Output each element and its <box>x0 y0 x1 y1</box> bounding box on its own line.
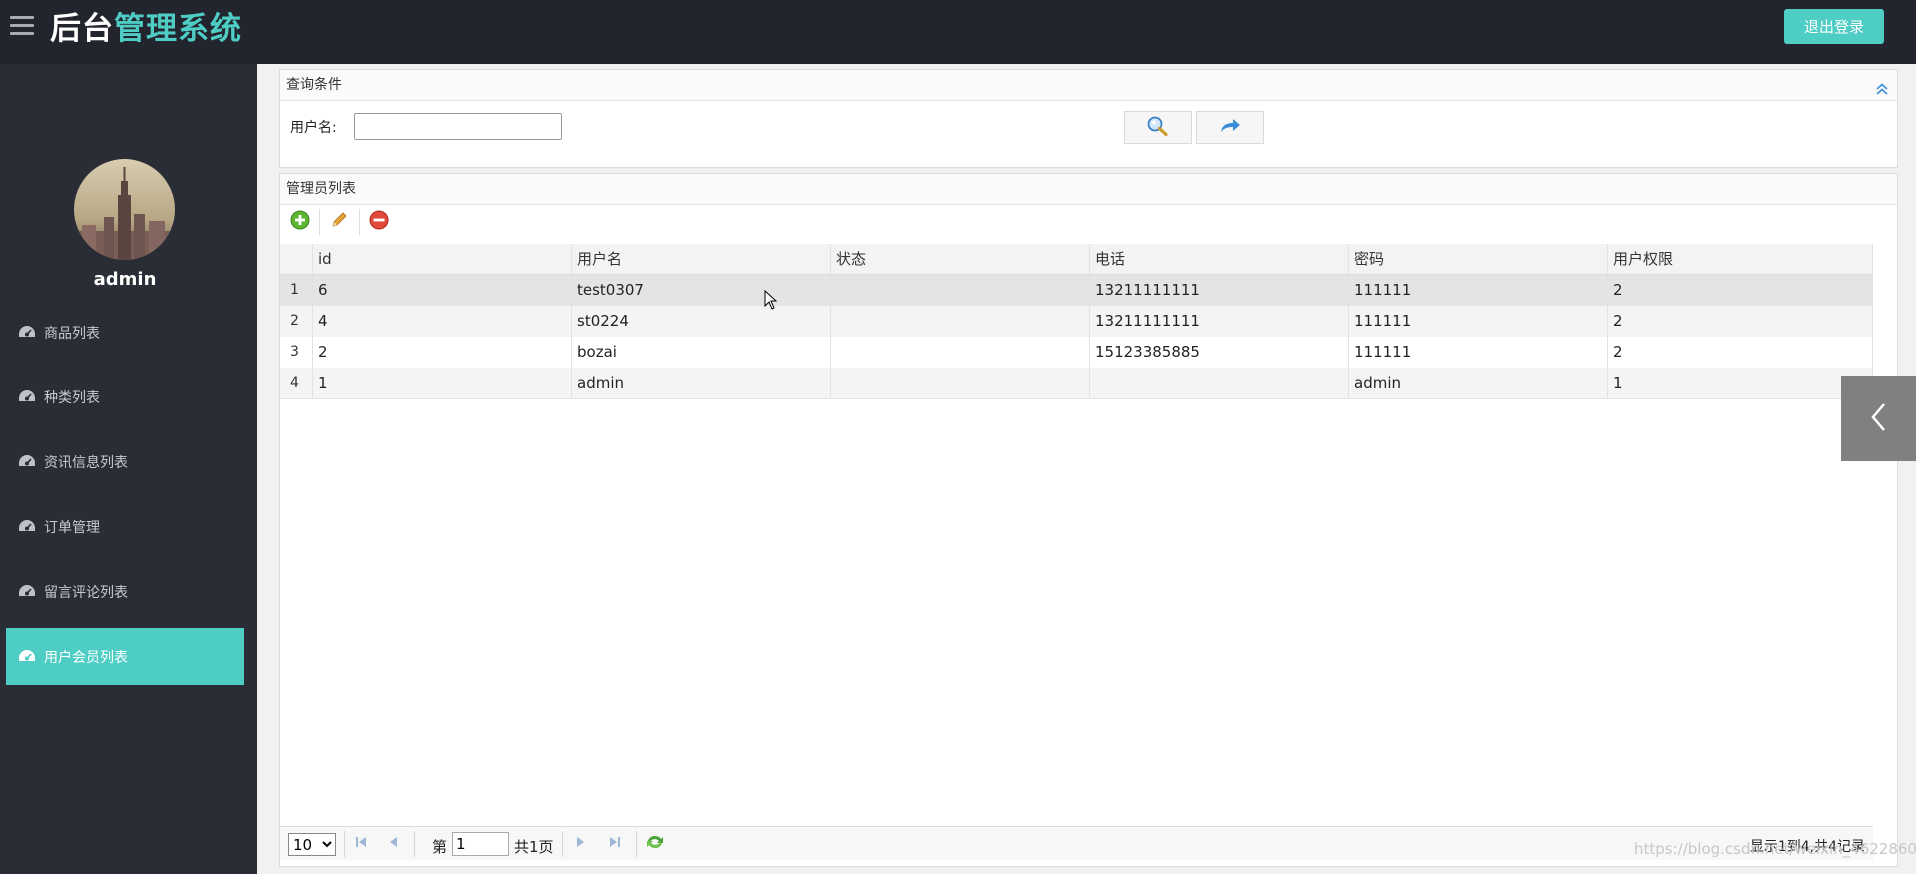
column-header[interactable]: 密码 <box>1349 244 1608 275</box>
pager-divider <box>344 831 345 857</box>
table-row[interactable]: 4 1 admin admin 1 <box>280 368 1873 399</box>
chevron-left-icon <box>1869 401 1889 437</box>
sidebar-item-categories[interactable]: 种类列表 <box>6 368 244 425</box>
prev-page-button[interactable] <box>384 835 402 853</box>
first-page-icon <box>354 835 368 853</box>
username-label: 用户名: <box>290 120 337 136</box>
next-page-button[interactable] <box>572 835 590 853</box>
add-button[interactable] <box>288 210 312 234</box>
first-page-button[interactable] <box>352 835 370 853</box>
sidebar-item-label: 用户会员列表 <box>44 649 128 666</box>
pager-divider <box>414 831 415 857</box>
search-icon <box>1146 115 1170 141</box>
mouse-cursor-icon <box>764 289 778 314</box>
collapse-up-icon[interactable] <box>1875 77 1889 95</box>
reset-button[interactable] <box>1196 111 1264 144</box>
query-panel-title: 查询条件 <box>280 70 1897 101</box>
dashboard-icon <box>18 325 38 341</box>
sidebar-item-comments[interactable]: 留言评论列表 <box>6 563 244 620</box>
collapse-side-panel-button[interactable] <box>1841 376 1916 461</box>
sidebar-username: admin <box>93 269 157 290</box>
sidebar-item-label: 商品列表 <box>44 325 100 342</box>
column-header[interactable]: id <box>313 244 572 275</box>
edit-button[interactable] <box>327 210 351 234</box>
dashboard-icon <box>18 519 38 535</box>
next-page-icon <box>575 835 587 853</box>
logout-button[interactable]: 退出登录 <box>1784 9 1884 44</box>
list-panel-title: 管理员列表 <box>280 174 1897 205</box>
column-header[interactable]: 电话 <box>1090 244 1349 275</box>
dashboard-icon <box>18 649 38 665</box>
table-row[interactable]: 1 6 test0307 13211111111 111111 2 <box>280 275 1873 306</box>
toolbar-divider <box>359 209 360 235</box>
sidebar-item-label: 资讯信息列表 <box>44 454 128 471</box>
dashboard-icon <box>18 584 38 600</box>
sidebar-item-products[interactable]: 商品列表 <box>6 304 244 361</box>
refresh-icon <box>645 833 665 855</box>
table-row[interactable]: 3 2 bozai 15123385885 111111 2 <box>280 337 1873 368</box>
prev-page-icon <box>387 835 399 853</box>
row-number-header <box>280 244 313 275</box>
pager-divider <box>562 831 563 857</box>
username-input[interactable] <box>354 113 562 140</box>
menu-icon[interactable] <box>10 16 34 38</box>
sidebar-item-label: 种类列表 <box>44 389 100 406</box>
redo-arrow-icon <box>1218 117 1242 139</box>
app-title: 后台管理系统 <box>50 11 242 47</box>
sidebar-item-news[interactable]: 资讯信息列表 <box>6 433 244 490</box>
sidebar: admin 商品列表 种类列表 资讯信息列表 订单管理 留言评论列表 用户会员列… <box>0 64 257 874</box>
delete-button[interactable] <box>367 210 391 234</box>
remove-icon <box>369 210 389 234</box>
column-header[interactable]: 用户权限 <box>1608 244 1873 275</box>
pager-divider <box>636 831 637 857</box>
search-button[interactable] <box>1124 111 1192 144</box>
column-header[interactable]: 状态 <box>831 244 1090 275</box>
dashboard-icon <box>18 454 38 470</box>
top-header: 后台管理系统 退出登录 <box>0 0 1916 64</box>
avatar <box>74 159 175 260</box>
total-pages: 共1页 <box>514 838 554 856</box>
column-header[interactable]: 用户名 <box>572 244 831 275</box>
toolbar-divider <box>319 209 320 235</box>
sidebar-item-label: 留言评论列表 <box>44 584 128 601</box>
page-prefix: 第 <box>432 838 448 856</box>
watermark: https://blog.csdn.net/weixin_46228603 <box>1634 840 1916 858</box>
dashboard-icon <box>18 389 38 405</box>
pencil-icon <box>329 210 349 234</box>
last-page-button[interactable] <box>606 835 624 853</box>
last-page-icon <box>608 835 622 853</box>
current-page-input[interactable] <box>452 832 509 856</box>
sidebar-item-users[interactable]: 用户会员列表 <box>6 628 244 685</box>
page-size-select[interactable]: 10 <box>288 833 336 856</box>
add-icon <box>290 210 310 234</box>
table-header: id 用户名 状态 电话 密码 用户权限 <box>280 244 1873 275</box>
table-row[interactable]: 2 4 st0224 13211111111 111111 2 <box>280 306 1873 337</box>
sidebar-item-orders[interactable]: 订单管理 <box>6 498 244 555</box>
refresh-button[interactable] <box>646 835 664 853</box>
sidebar-item-label: 订单管理 <box>44 519 100 536</box>
